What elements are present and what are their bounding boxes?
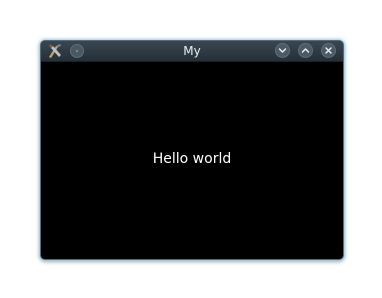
close-button[interactable] xyxy=(321,43,336,58)
chevron-up-icon xyxy=(301,48,310,53)
app-icon[interactable] xyxy=(47,43,63,59)
close-icon xyxy=(325,47,332,54)
hello-label: Hello world xyxy=(152,151,232,167)
window-menu-button[interactable] xyxy=(70,44,84,58)
window-content: Hello world xyxy=(41,62,343,259)
app-window: My Hello world xyxy=(40,40,344,260)
chevron-down-icon xyxy=(278,48,287,53)
minimize-button[interactable] xyxy=(275,43,290,58)
title-bar[interactable]: My xyxy=(41,41,343,62)
maximize-button[interactable] xyxy=(298,43,313,58)
